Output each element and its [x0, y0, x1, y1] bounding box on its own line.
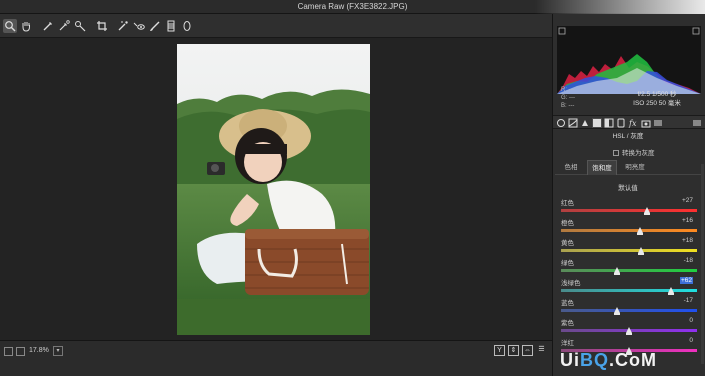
zoom-level: 17.8% [29, 347, 49, 354]
slider-track[interactable] [561, 289, 697, 292]
checkbox-box[interactable] [613, 150, 619, 157]
swap-view-icon[interactable]: ⇕ [508, 345, 519, 356]
effects-fx-icon[interactable]: fx [628, 118, 638, 128]
svg-text:fx: fx [628, 119, 637, 128]
defaults-link[interactable]: 默认值 [553, 182, 703, 192]
preview-settings-icon[interactable]: ☰ [536, 345, 547, 356]
slider-value[interactable]: +62 [679, 277, 693, 284]
saturation-slider[interactable]: 黄色 +18 [559, 237, 699, 257]
slider-thumb[interactable] [613, 267, 620, 275]
image-canvas[interactable] [0, 38, 552, 340]
slider-label: 黄色 [561, 240, 574, 247]
slider-track[interactable] [561, 269, 697, 272]
slider-track[interactable] [561, 229, 697, 232]
right-panel: R: --- G: --- B: --- f/2.5 1/500 秒 ISO 2… [552, 14, 705, 376]
slider-thumb[interactable] [668, 287, 675, 295]
slider-label: 绿色 [561, 260, 574, 267]
slider-thumb[interactable] [638, 247, 645, 255]
detail-icon[interactable] [580, 118, 590, 128]
slider-value[interactable]: +16 [682, 217, 693, 224]
camera-settings: f/2.5 1/500 秒 ISO 250 50 毫米 [613, 90, 701, 108]
presets-icon[interactable] [653, 118, 663, 128]
slider-value[interactable]: 0 [689, 337, 693, 344]
slider-track[interactable] [561, 209, 697, 212]
color-sampler-tool-icon[interactable] [57, 19, 71, 33]
panel-title: HSL / 灰度 [612, 133, 644, 140]
split-toning-icon[interactable] [604, 118, 614, 128]
zoom-in-button[interactable] [16, 347, 25, 356]
zoom-out-button[interactable] [4, 347, 13, 356]
basic-panel-icon[interactable] [556, 118, 566, 128]
radial-filter-icon[interactable] [180, 19, 194, 33]
slider-thumb[interactable] [614, 307, 621, 315]
saturation-slider[interactable]: 红色 +27 [559, 197, 699, 217]
saturation-slider[interactable]: 绿色 -18 [559, 257, 699, 277]
status-bar: 17.8% ▾ Y ⇕ ⇔ ☰ [0, 340, 552, 376]
before-after-toggle-icon[interactable]: Y [494, 345, 505, 356]
title-bar-fade [535, 0, 705, 14]
tone-curve-icon[interactable] [568, 118, 578, 128]
red-eye-tool-icon[interactable] [132, 19, 146, 33]
slider-value[interactable]: +18 [682, 237, 693, 244]
panel-tab-strip: fx [553, 115, 705, 129]
convert-grayscale-checkbox[interactable]: 转换为灰度 [613, 147, 655, 157]
slider-value[interactable]: 0 [689, 317, 693, 324]
slider-label: 紫色 [561, 320, 574, 327]
slider-label: 洋红 [561, 340, 574, 347]
slider-label: 蓝色 [561, 300, 574, 307]
slider-value[interactable]: -18 [684, 257, 693, 264]
saturation-slider[interactable]: 紫色 0 [559, 317, 699, 337]
targeted-adjustment-tool-icon[interactable] [73, 19, 87, 33]
toolbar [0, 14, 552, 38]
hand-tool-icon[interactable] [19, 19, 33, 33]
slider-value[interactable]: -17 [684, 297, 693, 304]
panel-scrollbar[interactable] [701, 164, 704, 364]
saturation-slider[interactable]: 浅绿色 +62 [559, 277, 699, 297]
lens-corrections-icon[interactable] [616, 118, 626, 128]
hsl-panel-icon[interactable] [592, 118, 602, 128]
adjustment-brush-icon[interactable] [148, 19, 162, 33]
slider-track[interactable] [561, 249, 697, 252]
saturation-slider[interactable]: 蓝色 -17 [559, 297, 699, 317]
tab-saturation[interactable]: 饱和度 [587, 160, 617, 175]
histogram [557, 26, 701, 94]
iso-focal-length: ISO 250 50 毫米 [633, 100, 681, 107]
camera-calibration-icon[interactable] [641, 118, 651, 128]
zoom-tool-icon[interactable] [3, 19, 17, 33]
crop-tool-icon[interactable] [95, 19, 109, 33]
slider-thumb[interactable] [644, 207, 651, 215]
checkbox-label: 转换为灰度 [622, 150, 655, 157]
slider-label: 浅绿色 [561, 280, 581, 287]
panel-menu-icon[interactable] [692, 118, 702, 128]
slider-value[interactable]: +27 [682, 197, 693, 204]
graduated-filter-icon[interactable] [164, 19, 178, 33]
zoom-dropdown-chevron-icon[interactable]: ▾ [53, 346, 63, 356]
slider-label: 红色 [561, 200, 574, 207]
slider-track[interactable] [561, 309, 697, 312]
tab-luminance[interactable]: 明亮度 [619, 160, 651, 175]
aperture-shutter: f/2.5 1/500 秒 [637, 91, 677, 98]
spot-removal-tool-icon[interactable] [116, 19, 130, 33]
title-bar: Camera Raw (FX3E3822.JPG) [0, 0, 705, 14]
slider-label: 橙色 [561, 220, 574, 227]
tab-hue[interactable]: 色相 [557, 160, 585, 175]
watermark-logo: UiBQ.CoM [560, 350, 657, 370]
copy-settings-icon[interactable]: ⇔ [522, 345, 533, 356]
hsl-subtabs: 色相 饱和度 明亮度 [555, 160, 703, 175]
rgb-readout: R: --- G: --- B: --- [561, 87, 576, 109]
slider-thumb[interactable] [636, 227, 643, 235]
preview-photo [177, 44, 370, 335]
slider-thumb[interactable] [626, 327, 632, 335]
white-balance-tool-icon[interactable] [41, 19, 55, 33]
saturation-slider[interactable]: 橙色 +16 [559, 217, 699, 237]
